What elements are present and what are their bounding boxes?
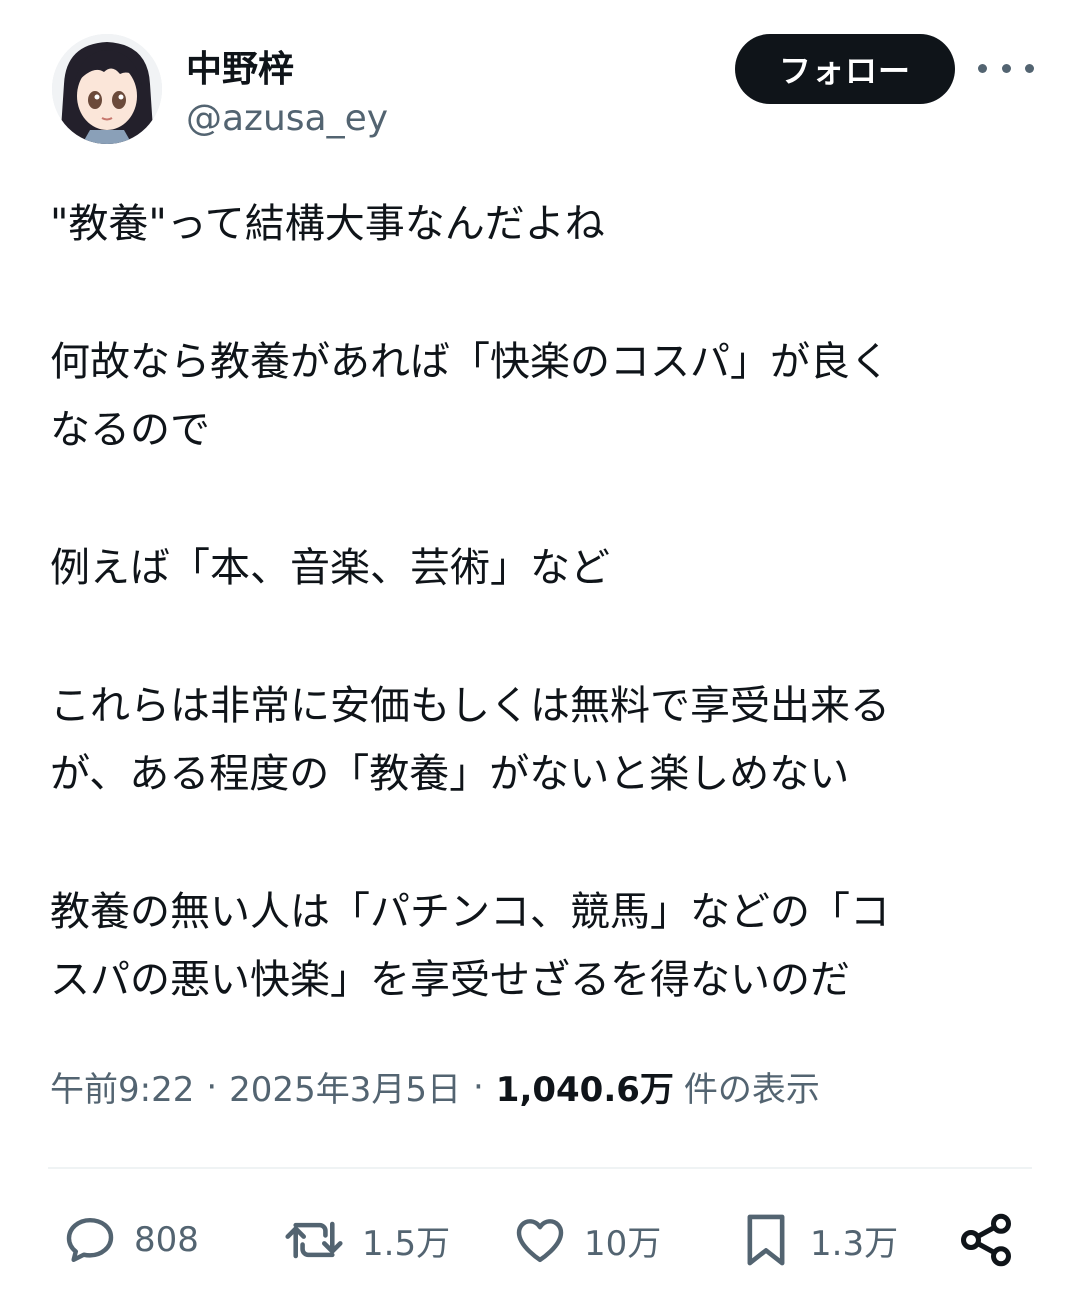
share-button[interactable] [956,1205,1016,1275]
like-button[interactable]: 10万 [512,1205,661,1275]
reply-icon [66,1217,114,1263]
meta-separator: · [472,1066,484,1107]
tweet-line: なるので [50,407,210,453]
tweet-meta: 午前9:22 · 2025年3月5日 · 1,040.6万 件の表示 [50,1062,820,1111]
more-dot [978,63,987,73]
bookmark-icon [747,1214,785,1266]
avatar[interactable] [52,34,162,144]
tweet-line: 教養の無い人は「パチンコ、競馬」などの「コ [50,889,890,935]
tweet-line: "教養"って結構大事なんだよね [50,201,605,247]
retweet-button[interactable]: 1.5万 [282,1205,450,1275]
more-dot [1001,63,1011,73]
tweet-line: 何故なら教養があれば「快楽のコスパ」が良く [50,339,890,385]
more-dot [1025,63,1034,73]
avatar-image [52,34,162,144]
tweet-line: これらは非常に安価もしくは無料で享受出来る [50,683,890,729]
tweet-text: "教養"って結構大事なんだよね 何故なら教養があれば「快楽のコスパ」が良く なる… [50,190,1030,1014]
heart-icon [516,1219,564,1263]
divider [48,1167,1032,1169]
tweet-line: 例えば「本、音楽、芸術」など [50,545,610,591]
action-bar: 808 1.5万 10万 1.3万 [62,1205,1022,1275]
bookmark-count: 1.3万 [810,1223,899,1264]
tweet-time[interactable]: 午前9:22 [50,1062,194,1111]
more-options-icon[interactable] [978,50,1034,86]
retweet-count: 1.5万 [362,1223,451,1264]
reply-count: 808 [134,1220,199,1260]
views-count[interactable]: 1,040.6万 [496,1062,674,1111]
tweet-line: が、ある程度の「教養」がないと楽しめない [50,751,850,797]
reply-button[interactable]: 808 [62,1205,199,1275]
share-icon [961,1213,1011,1267]
tweet-date[interactable]: 2025年3月5日 [229,1062,461,1111]
author-handle[interactable]: @azusa_ey [186,98,388,139]
retweet-icon [285,1221,343,1259]
views-label: 件の表示 [683,1070,820,1110]
bookmark-button[interactable]: 1.3万 [738,1205,898,1275]
tweet-header: 中野梓 @azusa_ey フォロー [48,30,1038,150]
author-name[interactable]: 中野梓 [186,40,294,92]
like-count: 10万 [584,1223,662,1264]
tweet-line: スパの悪い快楽」を享受せざるを得ないのだ [50,957,850,1003]
follow-button[interactable]: フォロー [735,34,955,104]
meta-separator: · [206,1066,218,1107]
